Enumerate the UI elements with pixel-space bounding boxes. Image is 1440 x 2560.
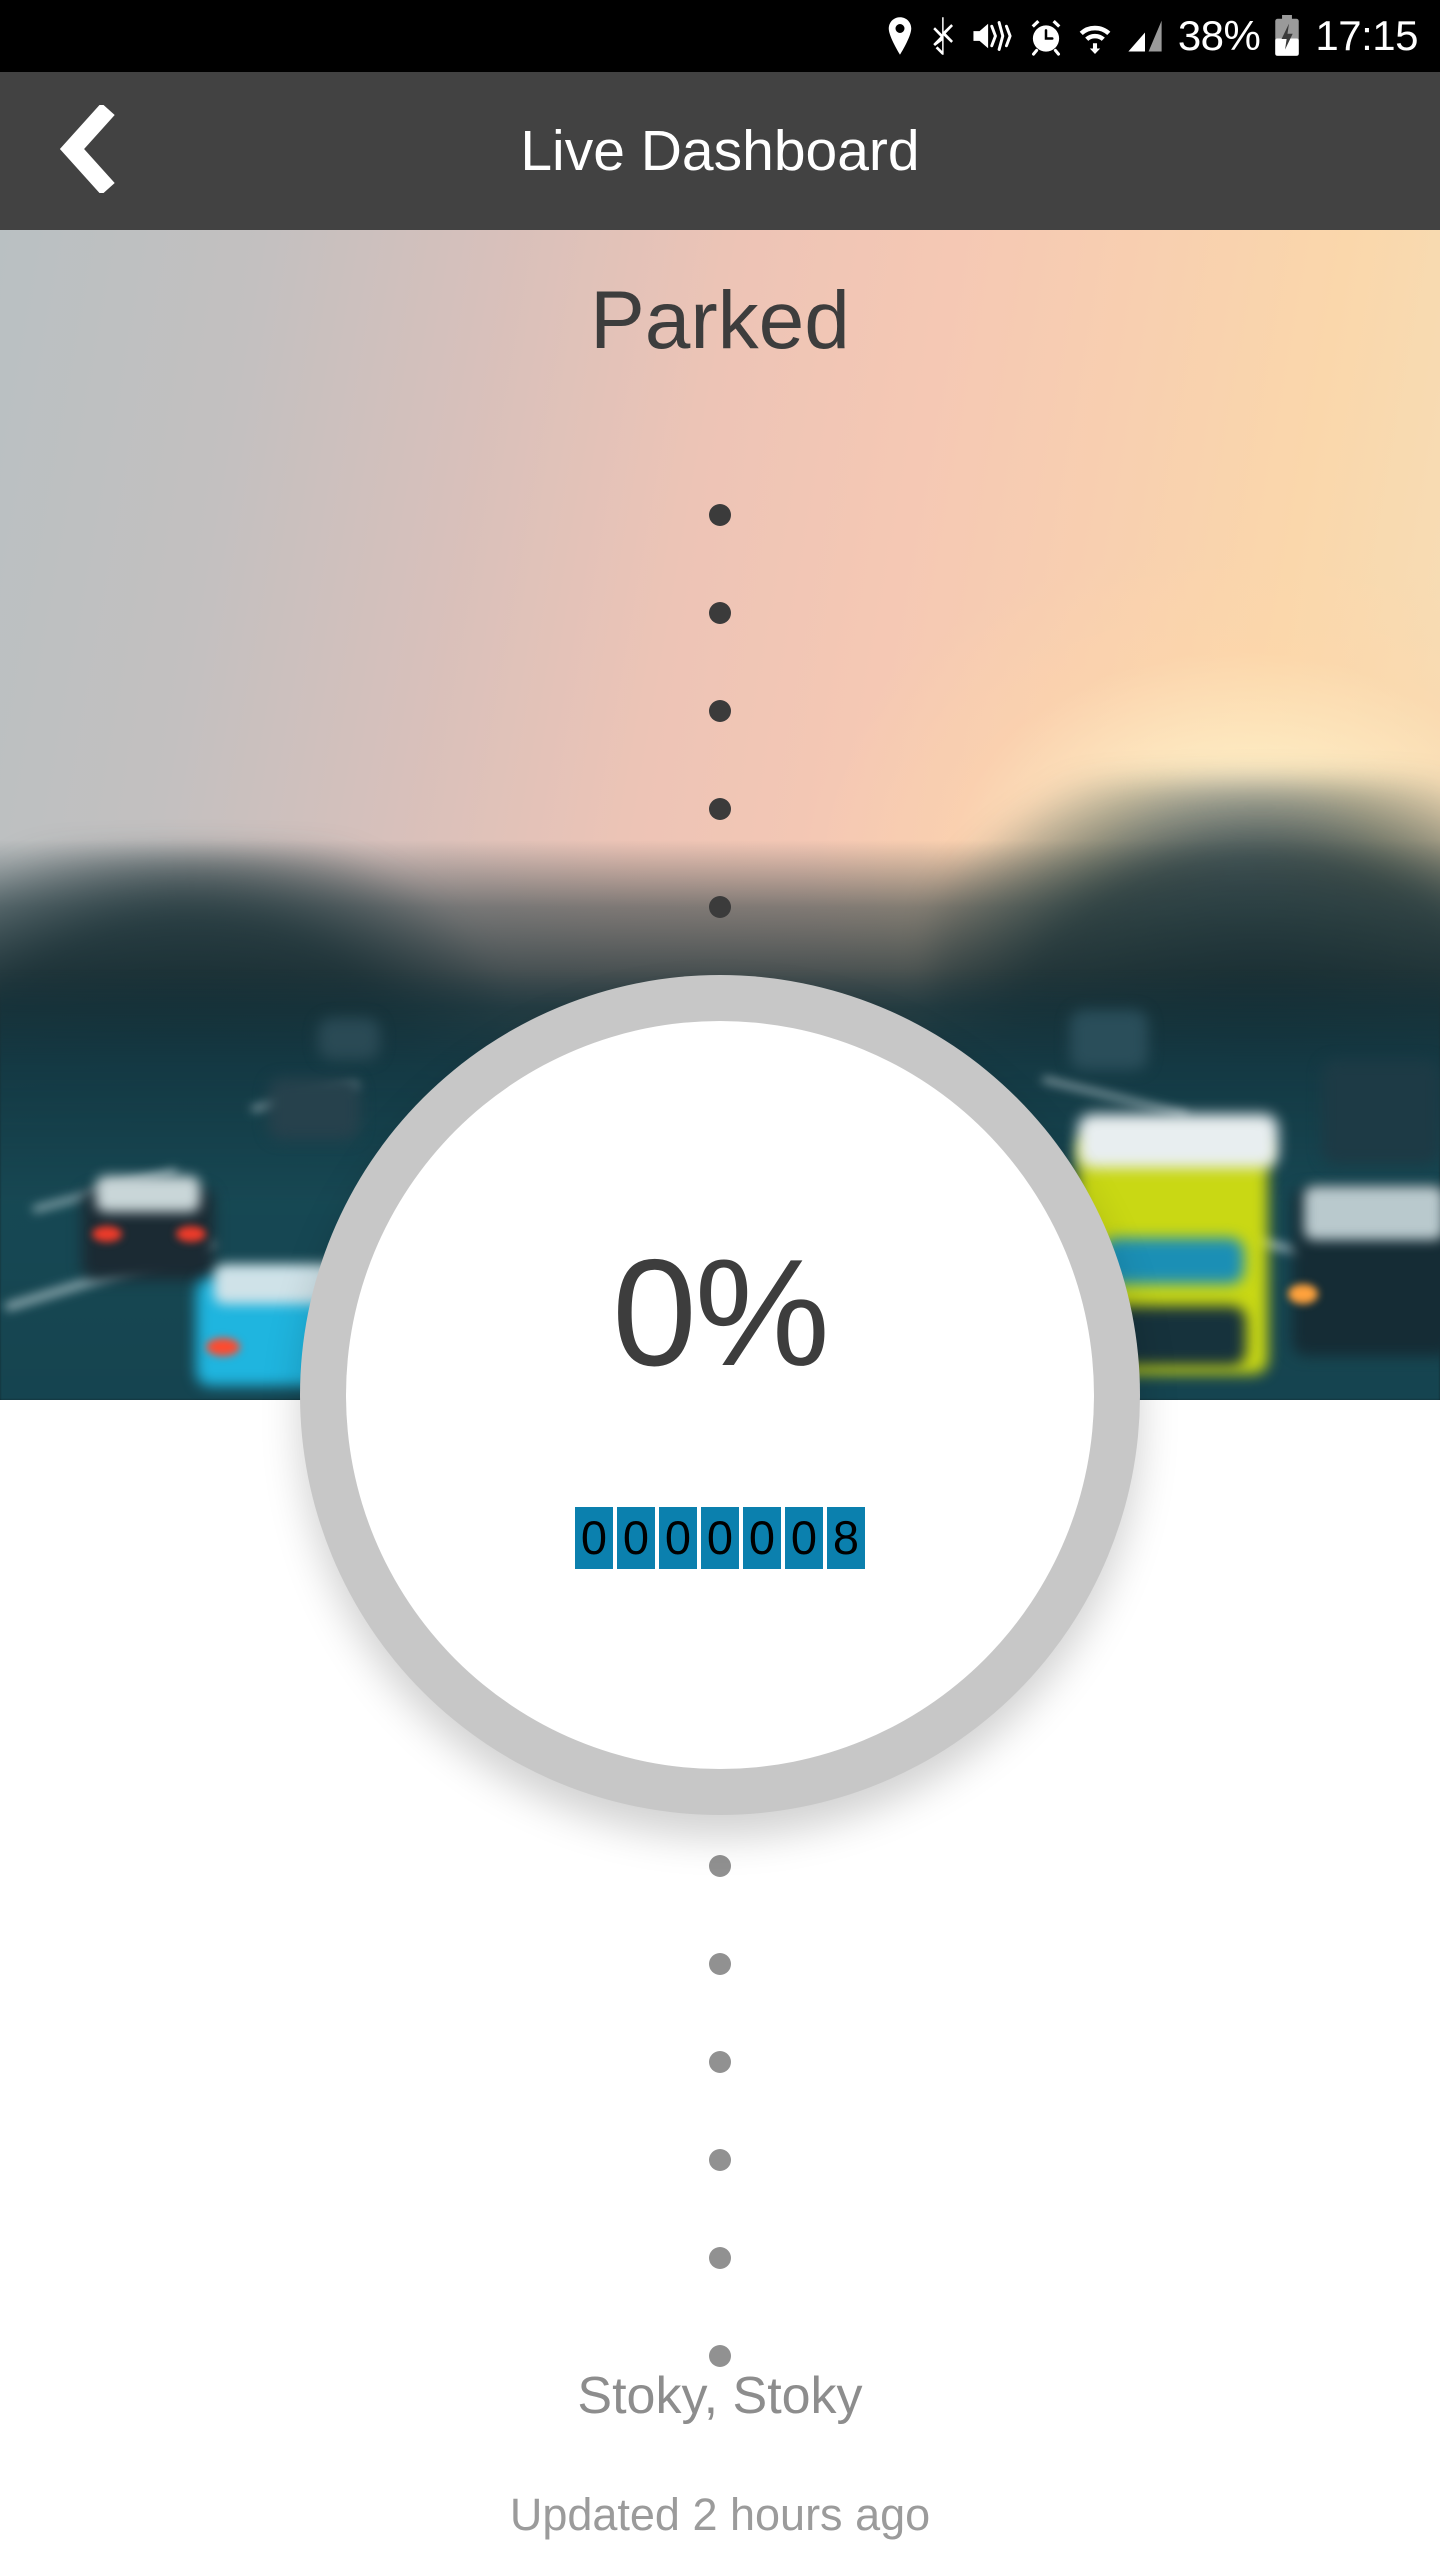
connector-dot bbox=[709, 2051, 731, 2073]
last-updated-label: Updated 2 hours ago bbox=[509, 2489, 931, 2540]
connector-dot bbox=[709, 1855, 731, 1877]
location-label: Stoky, Stoky bbox=[577, 2367, 863, 2425]
connector-dot bbox=[709, 2247, 731, 2269]
odometer-digit: 8 bbox=[827, 1507, 865, 1569]
odometer-digit: 0 bbox=[575, 1507, 613, 1569]
odometer-digit: 0 bbox=[617, 1507, 655, 1569]
odometer-digit: 0 bbox=[785, 1507, 823, 1569]
connector-dot bbox=[709, 1953, 731, 1975]
odometer-digit: 0 bbox=[701, 1507, 739, 1569]
connector-dot bbox=[709, 2345, 731, 2367]
fuel-level-gauge[interactable]: 0% 0 0 0 0 0 0 8 bbox=[300, 975, 1140, 1815]
odometer-digit: 0 bbox=[659, 1507, 697, 1569]
odometer-digit: 0 bbox=[743, 1507, 781, 1569]
odometer: 0 0 0 0 0 0 8 bbox=[575, 1507, 865, 1569]
gauge-face: 0% 0 0 0 0 0 0 8 bbox=[346, 1021, 1094, 1769]
connector-dot bbox=[709, 2149, 731, 2171]
gauge-percent-label: 0% bbox=[612, 1228, 830, 1398]
footer: Stoky, Stoky Updated 2 hours ago bbox=[0, 2370, 1440, 2537]
app-screen: 38% 17:15 Live Dashboard Parked 0% 0 0 0… bbox=[0, 0, 1440, 2560]
